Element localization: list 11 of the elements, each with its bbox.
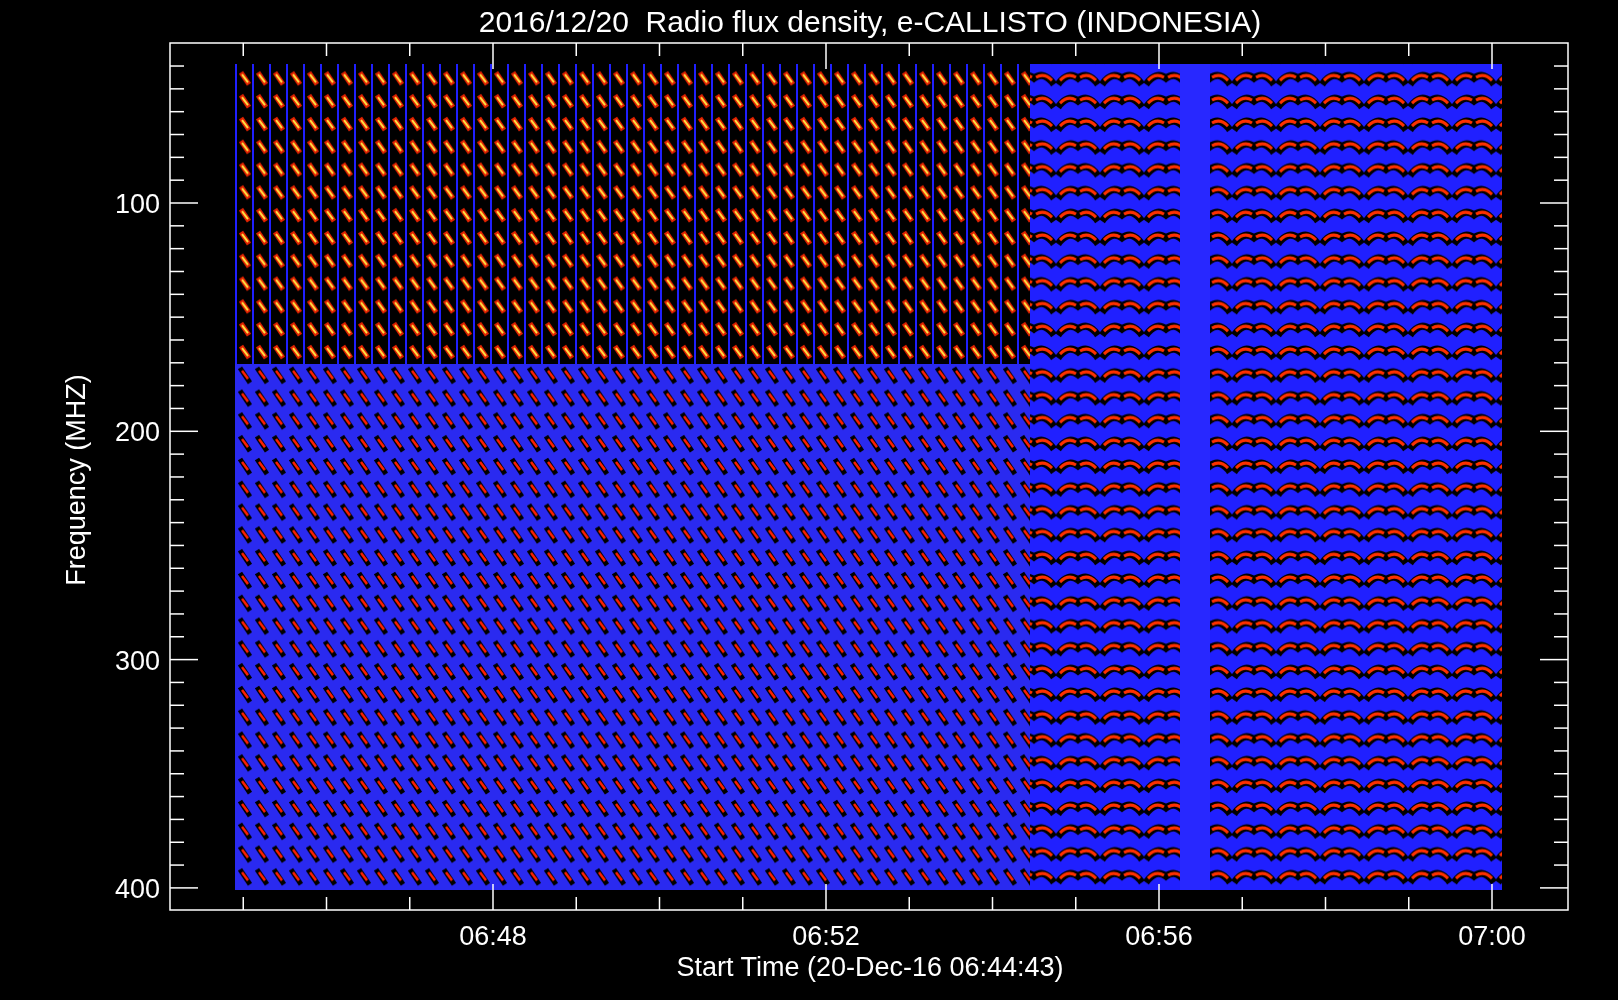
y-tick-label: 300 bbox=[114, 645, 160, 676]
y-tick-label: 200 bbox=[114, 417, 160, 448]
y-tick-label: 400 bbox=[114, 873, 160, 904]
chart-title: 2016/12/20 Radio flux density, e-CALLISTO (INDONESIA) bbox=[478, 5, 1262, 38]
y-axis-label: Frequency (MHZ) bbox=[61, 374, 91, 586]
y-tick-label: 100 bbox=[114, 189, 160, 219]
x-tick-label: 06:52 bbox=[792, 921, 860, 951]
x-axis-label: Start Time (20-Dec-16 06:44:43) bbox=[676, 952, 1064, 982]
x-tick-label: 06:56 bbox=[1125, 921, 1193, 951]
x-tick-label: 06:48 bbox=[459, 921, 527, 951]
x-tick-label: 07:00 bbox=[1458, 921, 1526, 951]
